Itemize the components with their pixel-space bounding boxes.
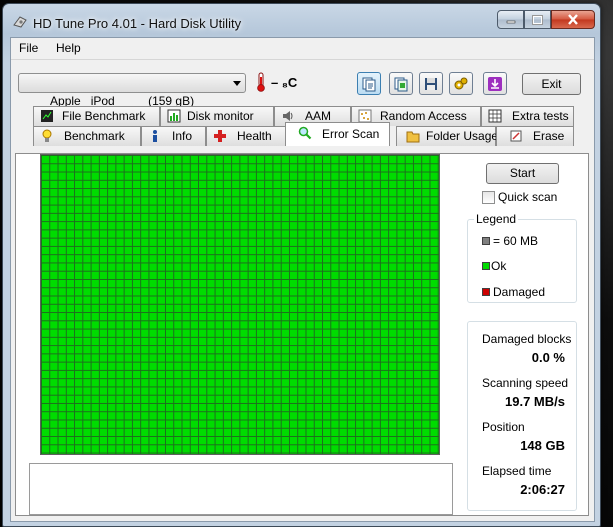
menu-file[interactable]: File	[19, 41, 38, 55]
tab-label: Folder Usage	[426, 129, 499, 143]
app-icon	[13, 16, 27, 28]
legend-label: Damaged	[493, 285, 546, 299]
quick-scan-label: Quick scan	[498, 190, 558, 204]
save-icon	[425, 77, 437, 90]
random-access-icon	[358, 109, 372, 123]
title-bar[interactable]: HD Tune Pro 4.01 - Hard Disk Utility	[3, 4, 600, 36]
magnifier-icon	[298, 126, 312, 140]
tab-label: Extra tests	[512, 109, 569, 123]
tab-disk-monitor[interactable]: Disk monitor	[160, 106, 274, 126]
thermometer-icon	[257, 72, 265, 92]
toolbar: Apple iPod (159 gB) – ₈C Exit	[11, 59, 594, 108]
tab-folder-usage[interactable]: Folder Usage	[396, 126, 499, 146]
error-scan-panel: Start Quick scan Legend = 60 MB Ok Damag…	[15, 153, 589, 516]
minimize-icon	[506, 20, 515, 23]
legend: Legend = 60 MB Ok Damaged	[467, 212, 577, 303]
legend-label: = 60 MB	[493, 234, 539, 248]
maximize-button[interactable]	[524, 10, 551, 29]
elapsed-time-value: 2:06:27	[520, 482, 565, 497]
tab-label: Disk monitor	[187, 109, 254, 123]
legend-title: Legend	[474, 212, 519, 226]
position-label: Position	[482, 420, 525, 434]
folder-icon	[406, 131, 420, 143]
legend-swatch	[482, 237, 490, 245]
copy-text-icon	[362, 77, 376, 91]
tab-label: Erase	[533, 129, 565, 143]
benchmark-icon	[42, 129, 52, 142]
save-button[interactable]	[419, 72, 443, 95]
tab-file-benchmark[interactable]: File Benchmark	[33, 106, 160, 126]
tab-erase[interactable]: Erase	[496, 126, 574, 146]
position-value: 148 GB	[520, 438, 565, 453]
quick-scan-checkbox[interactable]	[482, 191, 495, 204]
exit-button[interactable]: Exit	[522, 73, 581, 95]
download-button[interactable]	[483, 72, 507, 95]
speaker-icon	[283, 111, 293, 121]
tab-health[interactable]: Health	[206, 126, 286, 146]
tab-strip: File Benchmark Disk monitor AAM Random A…	[11, 105, 594, 154]
window-title: HD Tune Pro 4.01 - Hard Disk Utility	[33, 16, 242, 31]
tab-error-scan[interactable]: Error Scan	[285, 122, 390, 146]
tab-label: Error Scan	[322, 127, 380, 141]
minimize-button[interactable]	[497, 10, 524, 29]
temperature-readout: – ₈C	[271, 75, 298, 90]
scan-log[interactable]	[29, 463, 453, 515]
health-cross-icon	[214, 130, 226, 142]
client-area: File Help Apple iPod (159 gB) – ₈C Exit …	[10, 37, 595, 522]
scanning-speed-value: 19.7 MB/s	[505, 394, 565, 409]
legend-swatch	[482, 262, 490, 270]
scan-stats: Damaged blocks 0.0 % Scanning speed 19.7…	[467, 321, 577, 511]
info-icon	[153, 130, 157, 142]
tab-label: File Benchmark	[62, 109, 146, 123]
legend-swatch	[482, 288, 490, 296]
menu-help[interactable]: Help	[56, 41, 81, 55]
copy-text-button[interactable]	[357, 72, 381, 95]
scanning-speed-label: Scanning speed	[482, 376, 569, 390]
damaged-blocks-value: 0.0 %	[531, 350, 565, 365]
drive-select[interactable]: Apple iPod (159 gB)	[18, 73, 246, 108]
download-icon	[488, 76, 502, 91]
close-icon	[568, 14, 578, 25]
disk-monitor-icon	[167, 109, 181, 123]
extra-tests-icon	[488, 109, 502, 123]
block-map	[40, 154, 440, 455]
tab-label: Random Access	[380, 109, 467, 123]
menu-bar: File Help	[11, 38, 594, 58]
file-benchmark-icon	[41, 110, 53, 122]
elapsed-time-label: Elapsed time	[482, 464, 552, 478]
chevron-down-icon	[233, 81, 241, 86]
start-button[interactable]: Start	[486, 163, 559, 184]
erase-icon	[510, 130, 522, 142]
options-icon	[454, 77, 468, 89]
damaged-blocks-label: Damaged blocks	[482, 332, 572, 346]
options-button[interactable]	[449, 72, 473, 95]
copy-image-icon	[394, 77, 408, 91]
copy-image-button[interactable]	[389, 72, 413, 95]
maximize-icon	[532, 14, 543, 25]
app-window: HD Tune Pro 4.01 - Hard Disk Utility Fil…	[2, 3, 601, 527]
tab-extra-tests[interactable]: Extra tests	[481, 106, 574, 126]
tab-benchmark[interactable]: Benchmark	[33, 126, 141, 146]
legend-label: Ok	[491, 259, 507, 273]
tab-label: Benchmark	[64, 129, 125, 143]
tab-label: Health	[237, 129, 272, 143]
close-button[interactable]	[551, 10, 595, 29]
tab-info[interactable]: Info	[141, 126, 206, 146]
tab-label: Info	[172, 129, 193, 143]
